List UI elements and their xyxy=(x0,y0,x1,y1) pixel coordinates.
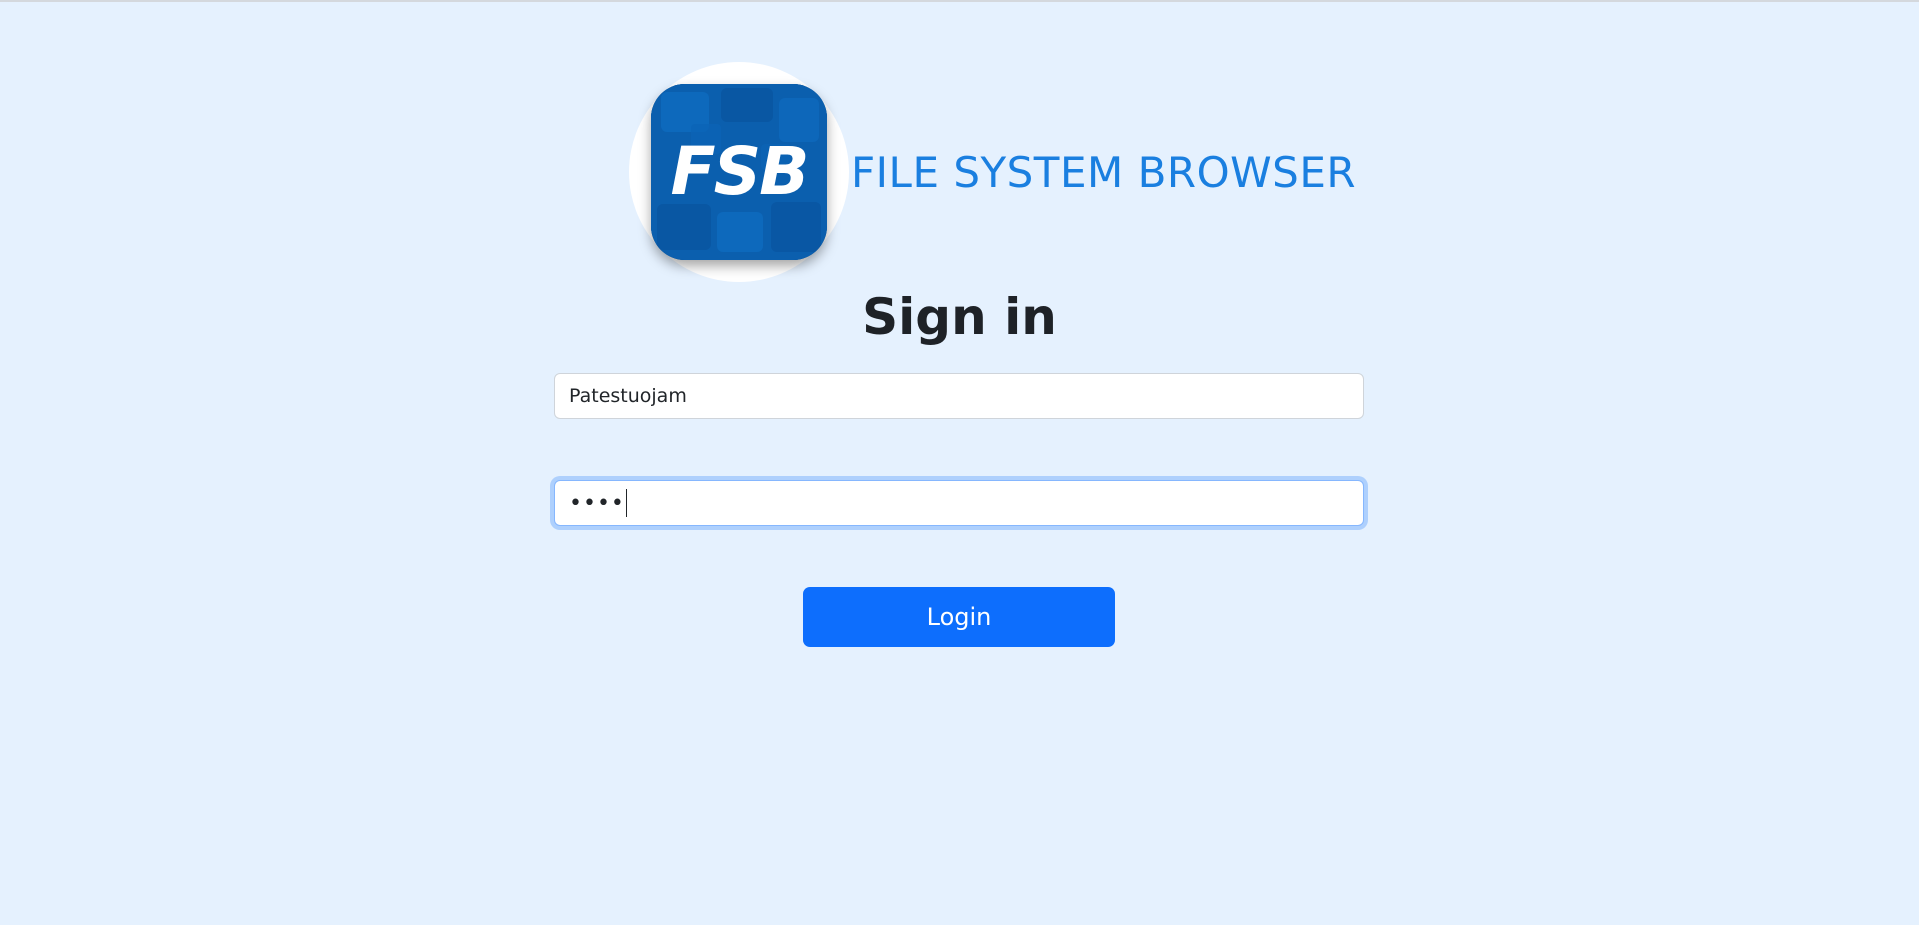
app-title: FILE SYSTEM BROWSER xyxy=(851,147,1357,197)
username-input[interactable] xyxy=(554,373,1364,419)
logo-text: FSB xyxy=(670,133,810,210)
signin-heading: Sign in xyxy=(862,288,1057,346)
logo-badge: FSB xyxy=(629,62,849,282)
top-divider xyxy=(0,0,1919,2)
text-caret xyxy=(625,489,627,517)
password-mask: •••• xyxy=(569,490,625,516)
fsb-logo-icon: FSB xyxy=(651,84,827,260)
login-button[interactable]: Login xyxy=(803,587,1115,647)
app-header: FSB FILE SYSTEM BROWSER xyxy=(629,62,1356,282)
password-input[interactable]: •••• xyxy=(554,480,1364,526)
